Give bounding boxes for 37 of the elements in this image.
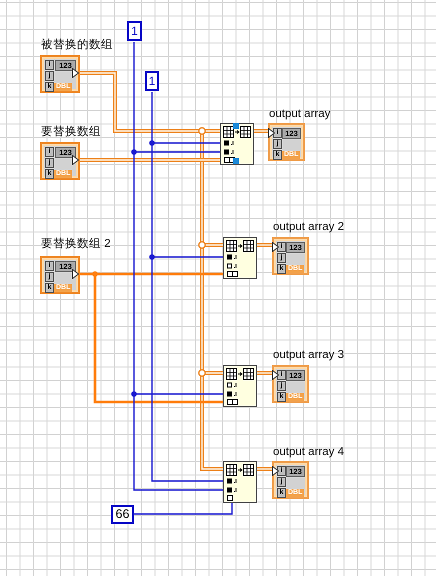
terminal-arrow-icon	[272, 370, 279, 380]
array-replace-icon	[226, 368, 254, 380]
terminal-arrow-icon	[72, 269, 79, 279]
indicator-label: output array 4	[273, 445, 344, 459]
indicator-label: output array 2	[273, 220, 344, 234]
indicator-label: output array 3	[273, 348, 344, 362]
numeric-constant[interactable]: 1	[127, 21, 142, 41]
numeric-constant[interactable]: 66	[111, 505, 134, 524]
control-label: 要替换数组 2	[41, 237, 111, 251]
array-replace-icon	[223, 126, 251, 138]
function-node[interactable]	[223, 237, 257, 279]
wire	[257, 243, 272, 247]
wire	[257, 467, 272, 471]
terminal-arrow-icon	[272, 242, 279, 252]
wire-junction	[198, 369, 206, 377]
wire-junction	[92, 271, 98, 277]
control-label: 被替换的数组	[41, 38, 113, 52]
control-label: 要替换数组	[41, 125, 101, 139]
array-replace-icon	[226, 464, 254, 476]
wire-junction	[198, 241, 206, 249]
terminal-arrow-icon	[72, 68, 79, 78]
numeric-constant[interactable]: 1	[145, 71, 159, 91]
indicator-label: output array	[269, 107, 330, 121]
terminal-arrow-icon	[72, 155, 79, 165]
wire-junction	[131, 149, 137, 155]
wire	[254, 129, 268, 133]
wire	[257, 371, 272, 375]
wire-junction	[149, 140, 155, 146]
wire-junction	[149, 254, 155, 260]
function-node[interactable]	[223, 461, 257, 503]
wire-junction	[131, 391, 137, 397]
array-replace-icon	[226, 240, 254, 252]
function-node[interactable]	[220, 123, 254, 165]
wire-junction	[198, 127, 206, 135]
terminal-arrow-icon	[268, 128, 275, 138]
terminal-arrow-icon	[272, 466, 279, 476]
function-node[interactable]	[223, 365, 257, 407]
